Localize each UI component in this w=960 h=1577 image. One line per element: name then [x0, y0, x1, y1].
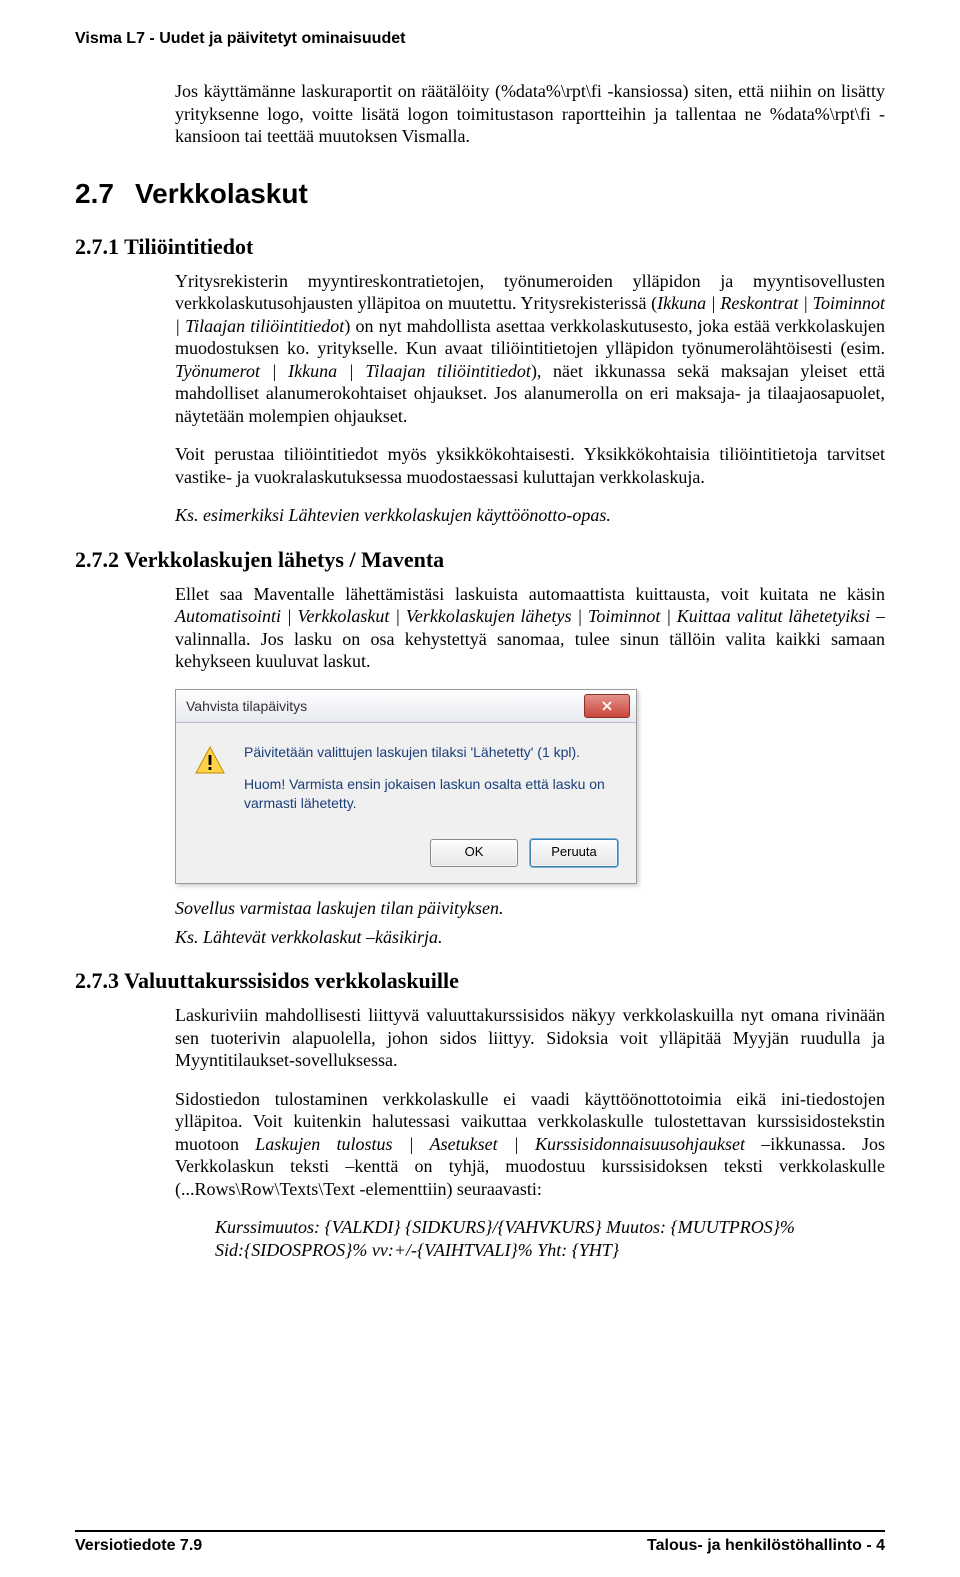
document-page: Visma L7 - Uudet ja päivitetyt ominaisuu…: [0, 0, 960, 1577]
subsection-2-7-3-heading: 2.7.3 Valuuttakurssisidos verkkolaskuill…: [75, 968, 885, 994]
section-number: 2.7: [75, 178, 135, 210]
dialog-msg-1: Päivitetään valittujen laskujen tilaksi …: [244, 743, 618, 762]
subsection-2-7-1-body: Yritysrekisterin myyntireskontratietojen…: [175, 270, 885, 527]
intro-block: Jos käyttämänne laskuraportit on räätälö…: [175, 80, 885, 148]
dialog-title: Vahvista tilapäivitys: [186, 698, 307, 714]
s271-p1: Yritysrekisterin myyntireskontratietojen…: [175, 270, 885, 428]
section-title: Verkkolaskut: [135, 178, 308, 209]
dialog-text: Päivitetään valittujen laskujen tilaksi …: [244, 743, 618, 814]
dialog-body: Päivitetään valittujen laskujen tilaksi …: [176, 723, 636, 830]
section-2-7-heading: 2.7Verkkolaskut: [75, 178, 885, 210]
close-icon[interactable]: [584, 694, 630, 718]
template-string-1: Kurssimuutos: {VALKDI} {SIDKURS}/{VAHVKU…: [215, 1216, 885, 1239]
s272-p1: Ellet saa Maventalle lähettämistäsi lask…: [175, 583, 885, 673]
subsection-2-7-2-heading: 2.7.2 Verkkolaskujen lähetys / Maventa: [75, 547, 885, 573]
footer-right: Talous- ja henkilöstöhallinto - 4: [647, 1537, 885, 1555]
footer-left: Versiotiedote 7.9: [75, 1537, 202, 1555]
dialog-buttons: OK Peruuta: [176, 829, 636, 883]
cancel-button[interactable]: Peruuta: [530, 839, 618, 867]
s271-p2: Voit perustaa tiliöintitiedot myös yksik…: [175, 443, 885, 488]
subsection-2-7-2-body: Ellet saa Maventalle lähettämistäsi lask…: [175, 583, 885, 949]
dialog-titlebar: Vahvista tilapäivitys: [176, 690, 636, 723]
s273-p2: Sidostiedon tulostaminen verkkolaskulle …: [175, 1088, 885, 1201]
s271-p3: Ks. esimerkiksi Lähtevien verkkolaskujen…: [175, 504, 885, 527]
template-string-2: Sid:{SIDOSPROS}% vv:+/-{VAIHTVALI}% Yht:…: [215, 1239, 885, 1262]
document-header: Visma L7 - Uudet ja päivitetyt ominaisuu…: [75, 30, 885, 48]
ok-button[interactable]: OK: [430, 839, 518, 867]
s273-p1: Laskuriviin mahdollisesti liittyvä valuu…: [175, 1004, 885, 1072]
dialog-caption: Sovellus varmistaa laskujen tilan päivit…: [175, 898, 885, 919]
subsection-2-7-1-heading: 2.7.1 Tiliöintitiedot: [75, 234, 885, 260]
intro-paragraph: Jos käyttämänne laskuraportit on räätälö…: [175, 80, 885, 148]
page-footer: Versiotiedote 7.9 Talous- ja henkilöstöh…: [75, 1530, 885, 1555]
subsection-2-7-3-body: Laskuriviin mahdollisesti liittyvä valuu…: [175, 1004, 885, 1261]
s272-reference: Ks. Lähtevät verkkolaskut –käsikirja.: [175, 927, 885, 948]
dialog-screenshot: Vahvista tilapäivitys Päivitetä: [175, 689, 885, 885]
dialog-msg-2: Huom! Varmista ensin jokaisen laskun osa…: [244, 775, 618, 813]
warning-icon: [194, 745, 226, 814]
confirm-dialog: Vahvista tilapäivitys Päivitetä: [175, 689, 637, 885]
